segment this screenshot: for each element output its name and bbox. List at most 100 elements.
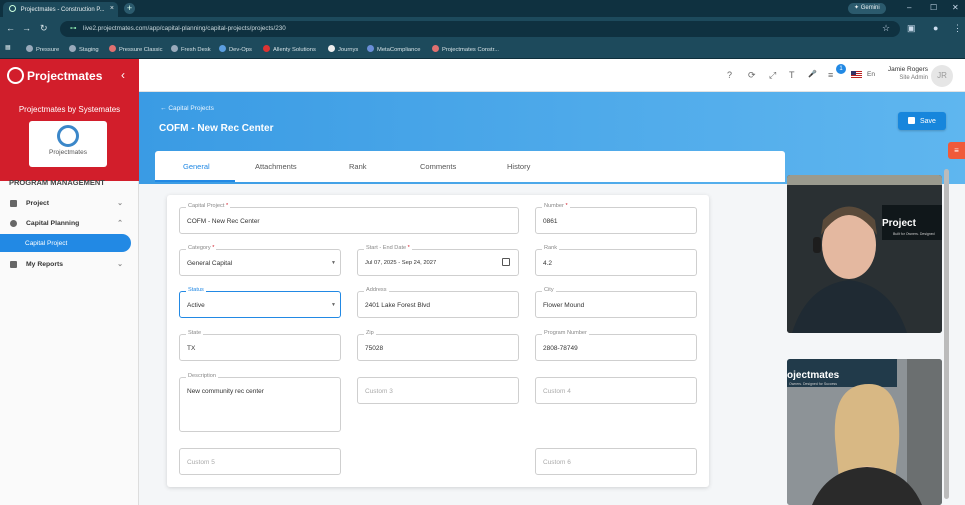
help-icon[interactable]: ? bbox=[727, 70, 732, 80]
us-flag-icon[interactable] bbox=[851, 71, 862, 79]
gemini-button[interactable]: ✦ Gemini bbox=[848, 3, 886, 14]
site-info-icon[interactable]: ⊶ bbox=[70, 25, 76, 32]
bookmark-item[interactable]: MetaCompliance bbox=[367, 45, 421, 53]
bookmark-label: MetaCompliance bbox=[377, 47, 421, 53]
field-placeholder: Custom 5 bbox=[187, 459, 215, 466]
bookmark-item[interactable]: Pressure Classic bbox=[109, 45, 163, 53]
minimize-icon[interactable]: – bbox=[907, 3, 911, 12]
tab-attachments[interactable]: Attachments bbox=[255, 162, 297, 171]
browser-tab[interactable]: Projectmates - Construction P... × bbox=[3, 2, 118, 17]
rank-field[interactable]: Rank 4.2 bbox=[535, 245, 697, 276]
company-logo-card: Projectmates bbox=[29, 121, 107, 167]
bookmark-label: Staging bbox=[79, 47, 99, 53]
tab-general[interactable]: General bbox=[183, 162, 210, 171]
profile-icon[interactable]: ● bbox=[933, 23, 938, 33]
user-info[interactable]: Jamie Rogers Site Admin bbox=[883, 66, 928, 81]
bookmark-star-icon[interactable]: ☆ bbox=[882, 23, 890, 34]
feedback-tab[interactable]: ≡ bbox=[948, 142, 965, 159]
field-label: Status bbox=[186, 287, 206, 293]
field-value: Flower Mound bbox=[543, 302, 585, 309]
date-range-field[interactable]: Start - End Date * Jul 07, 2025 - Sep 24… bbox=[357, 245, 519, 276]
zip-field[interactable]: Zip 75028 bbox=[357, 330, 519, 361]
custom4-field[interactable]: Custom 4 bbox=[535, 377, 697, 404]
bookmark-icon bbox=[432, 45, 439, 52]
close-window-icon[interactable]: ✕ bbox=[952, 3, 959, 12]
field-value: 4.2 bbox=[543, 260, 553, 267]
number-field[interactable]: Number * 0861 bbox=[535, 203, 697, 234]
description-field[interactable]: Description New community rec center bbox=[179, 373, 341, 432]
collapse-sidebar-icon[interactable]: ‹ bbox=[121, 68, 125, 82]
capital-project-field[interactable]: Capital Project * COFM - New Rec Center bbox=[179, 203, 519, 234]
avatar[interactable]: JR bbox=[931, 65, 953, 87]
bookmark-icon bbox=[109, 45, 116, 52]
custom3-field[interactable]: Custom 3 bbox=[357, 377, 519, 404]
favicon-icon bbox=[9, 5, 16, 12]
status-select[interactable]: Status Active ▼ bbox=[179, 287, 341, 318]
breadcrumb[interactable]: ← Capital Projects bbox=[160, 105, 214, 112]
bookmark-item[interactable]: Fresh Desk bbox=[171, 45, 211, 53]
tab-comments[interactable]: Comments bbox=[420, 162, 456, 171]
new-tab-button[interactable]: + bbox=[124, 3, 135, 14]
menu-icon[interactable]: ⋮ bbox=[953, 23, 962, 34]
microphone-icon[interactable]: 🎤 bbox=[808, 70, 817, 78]
field-value: New community rec center bbox=[187, 388, 264, 395]
sidebar: Projectmates ‹ Projectmates by Systemate… bbox=[0, 59, 139, 505]
tab-rank[interactable]: Rank bbox=[349, 162, 367, 171]
bookmark-item[interactable]: Pressure bbox=[26, 45, 59, 53]
custom5-field[interactable]: Custom 5 bbox=[179, 448, 341, 475]
user-name: Jamie Rogers bbox=[887, 66, 928, 73]
field-label: City bbox=[542, 287, 556, 293]
notifications-icon[interactable]: ≡ bbox=[828, 70, 833, 80]
bookmark-icon bbox=[367, 45, 374, 52]
field-value: 0861 bbox=[543, 218, 558, 225]
bookmark-item[interactable]: Projectmates Constr... bbox=[432, 45, 499, 53]
city-field[interactable]: City Flower Mound bbox=[535, 287, 697, 318]
field-value: TX bbox=[187, 345, 196, 352]
field-value: General Capital bbox=[187, 260, 233, 267]
save-button[interactable]: Save bbox=[898, 112, 946, 130]
field-label: Capital Project * bbox=[186, 203, 231, 209]
sidepanel-icon[interactable]: ▣ bbox=[907, 23, 916, 34]
chevron-down-icon: ⌄ bbox=[117, 200, 123, 207]
tab-history[interactable]: History bbox=[507, 162, 530, 171]
sidebar-item-project[interactable]: Project ⌄ bbox=[0, 195, 139, 213]
bookmark-item[interactable]: Journys bbox=[328, 45, 358, 53]
field-label: Description bbox=[186, 373, 218, 379]
custom6-field[interactable]: Custom 6 bbox=[535, 448, 697, 475]
category-select[interactable]: Category * General Capital ▼ bbox=[179, 245, 341, 276]
field-placeholder: Custom 3 bbox=[365, 388, 393, 395]
browser-tab-title: Projectmates - Construction P... bbox=[20, 7, 105, 13]
address-field[interactable]: Address 2401 Lake Forest Blvd bbox=[357, 287, 519, 318]
page-scrollbar[interactable] bbox=[944, 169, 949, 499]
bookmark-icon bbox=[219, 45, 226, 52]
state-field[interactable]: State TX bbox=[179, 330, 341, 361]
forward-icon[interactable]: → bbox=[22, 23, 31, 33]
sidebar-item-capital-project[interactable]: Capital Project bbox=[0, 234, 131, 252]
bookmark-label: Pressure bbox=[36, 47, 60, 53]
program-number-field[interactable]: Program Number 2808-78749 bbox=[535, 330, 697, 361]
back-icon[interactable]: ← bbox=[6, 23, 15, 33]
address-bar[interactable]: ⊶ live2.projectmates.com/app/capital-pla… bbox=[60, 21, 900, 37]
bookmark-item[interactable]: Dev-Ops bbox=[219, 45, 252, 53]
apps-icon[interactable]: ▦ bbox=[5, 45, 10, 51]
reload-icon[interactable]: ↻ bbox=[40, 23, 48, 34]
bookmark-label: Dev-Ops bbox=[229, 47, 252, 53]
text-size-icon[interactable]: T bbox=[789, 70, 795, 80]
tab-close-icon[interactable]: × bbox=[110, 5, 114, 12]
language-label[interactable]: En bbox=[867, 71, 875, 78]
maximize-icon[interactable]: ☐ bbox=[930, 3, 937, 12]
bookmark-label: Fresh Desk bbox=[181, 47, 211, 53]
sidebar-item-my-reports[interactable]: My Reports ⌄ bbox=[0, 256, 139, 274]
company-logo-icon bbox=[57, 125, 79, 147]
calendar-icon[interactable] bbox=[502, 258, 510, 266]
refresh-icon[interactable]: ⟳ bbox=[748, 70, 756, 81]
bookmark-item[interactable]: Staging bbox=[69, 45, 99, 53]
page-title: COFM - New Rec Center bbox=[159, 123, 274, 134]
bookmark-item[interactable]: Allenty Solutions bbox=[263, 45, 316, 53]
bookmark-icon bbox=[26, 45, 33, 52]
fullscreen-icon[interactable]: ⤢ bbox=[769, 70, 776, 81]
sidebar-item-capital-planning[interactable]: Capital Planning ⌃ bbox=[0, 215, 139, 233]
bookmark-icon bbox=[171, 45, 178, 52]
chevron-down-icon: ⌄ bbox=[117, 261, 123, 268]
brand-name: Projectmates bbox=[27, 69, 103, 83]
